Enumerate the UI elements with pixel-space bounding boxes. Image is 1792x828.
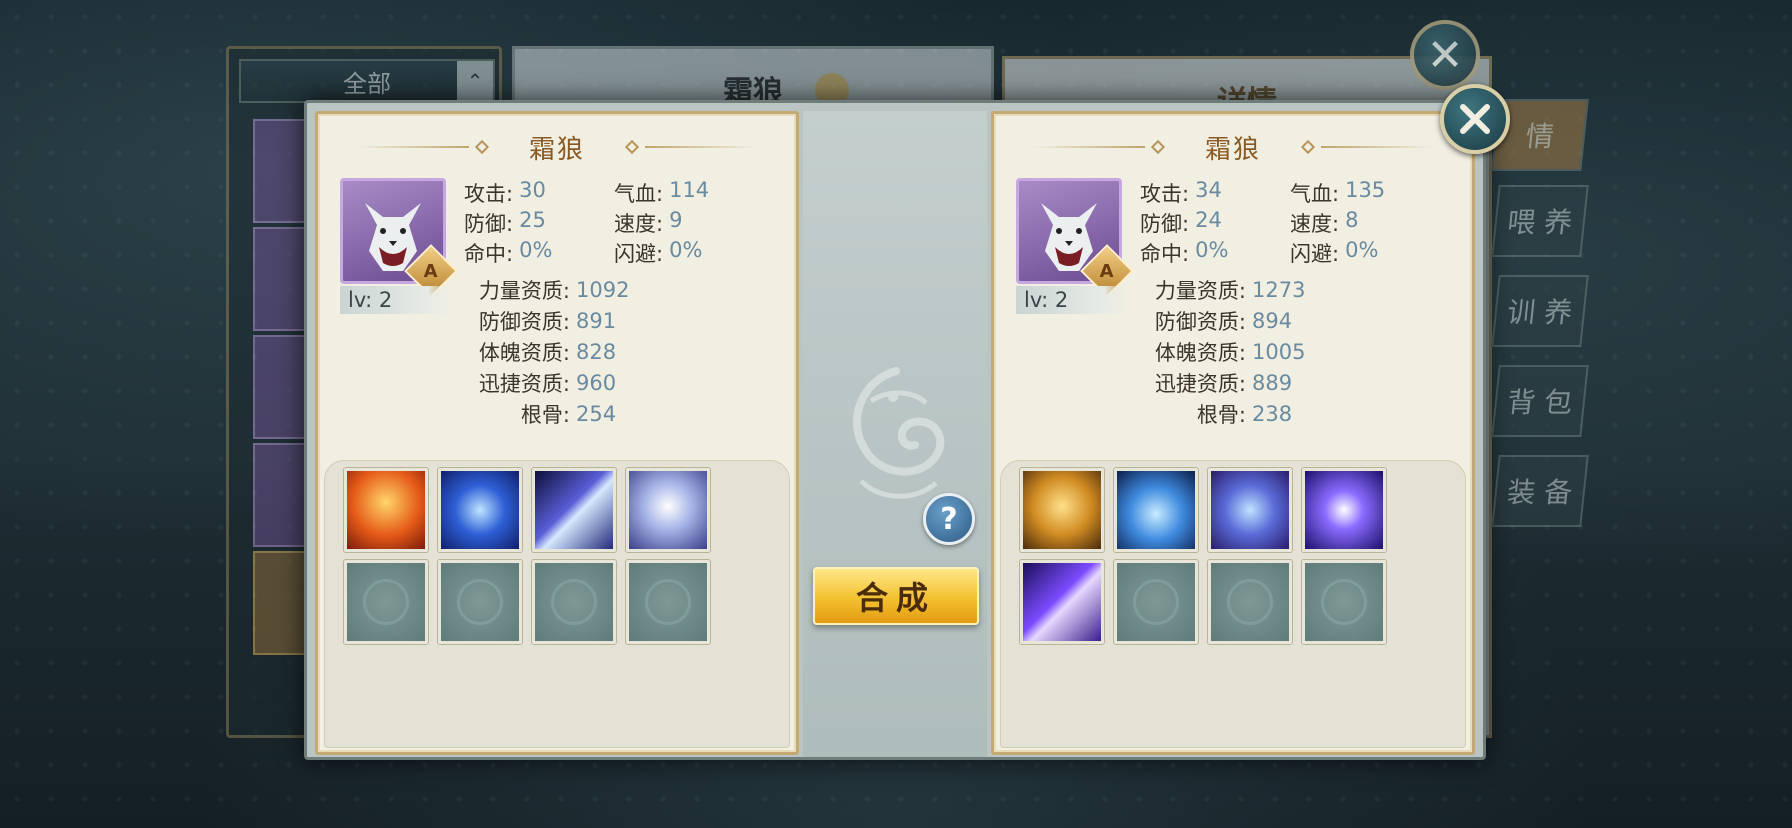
help-button[interactable]: ? xyxy=(923,493,975,545)
right-pet-header: 霜狼 xyxy=(994,130,1472,165)
right-pet-level: lv: 2 xyxy=(1016,286,1126,314)
close-icon xyxy=(1460,104,1490,134)
left-pet-level: lv: 2 xyxy=(340,286,450,314)
empty-skill-slot[interactable] xyxy=(438,560,522,644)
left-pet-name: 霜狼 xyxy=(528,134,585,165)
left-pet-stats: 攻击: 30 气血: 114 防御: 25 速度: 9 命中: 0% 闪避: 0% xyxy=(464,178,710,266)
dragon-emblem-icon xyxy=(853,367,945,499)
pet-filter-label: 全部 xyxy=(343,69,391,98)
empty-skill-slot[interactable] xyxy=(626,560,710,644)
blue-vortex-icon[interactable] xyxy=(438,468,522,552)
tab-feed[interactable]: 喂 养 xyxy=(1491,185,1589,257)
left-pet-aptitudes: 力量资质: 1092 防御资质: 891 体魄资质: 828 迅捷资质: 960 根骨:… xyxy=(478,277,630,427)
left-skill-grid xyxy=(324,460,790,748)
chevron-up-icon[interactable]: ⌃ xyxy=(457,61,493,101)
empty-skill-slot[interactable] xyxy=(344,560,428,644)
compose-column xyxy=(803,111,987,757)
empty-skill-slot[interactable] xyxy=(1114,560,1198,644)
white-orb-icon[interactable] xyxy=(626,468,710,552)
right-pet-aptitudes: 力量资质: 1273 防御资质: 894 体魄资质: 1005 迅捷资质: 889 根骨… xyxy=(1154,277,1306,427)
left-pet-panel: 霜狼 A lv: 2 攻击: 30 气血: 114 防御: 25 速度: 9 命中: 0% 闪避… xyxy=(315,111,799,755)
shield-icon[interactable] xyxy=(1208,468,1292,552)
roaring-lion-icon[interactable] xyxy=(1020,468,1104,552)
tab-bag[interactable]: 背 包 xyxy=(1491,365,1589,437)
triple-slash-icon[interactable] xyxy=(532,468,616,552)
tab-equip[interactable]: 装 备 xyxy=(1491,455,1589,527)
empty-skill-slot[interactable] xyxy=(1208,560,1292,644)
compose-button[interactable]: 合成 xyxy=(813,567,979,625)
right-pet-name: 霜狼 xyxy=(1204,134,1261,165)
tab-train[interactable]: 训 养 xyxy=(1491,275,1589,347)
lightning-orb-icon[interactable] xyxy=(1302,468,1386,552)
pet-filter-dropdown[interactable]: 全部 ⌃ xyxy=(239,59,495,103)
fire-claw-icon[interactable] xyxy=(344,468,428,552)
empty-skill-slot[interactable] xyxy=(532,560,616,644)
background-close-button[interactable]: ✕ xyxy=(1410,20,1480,90)
purple-ribbon-icon[interactable] xyxy=(1020,560,1104,644)
right-pet-panel: 霜狼 A lv: 2 攻击: 34 气血: 135 防御: 24 速度: 8 命中: 0% 闪避… xyxy=(991,111,1475,755)
right-pet-stats: 攻击: 34 气血: 135 防御: 24 速度: 8 命中: 0% 闪避: 0% xyxy=(1140,178,1386,266)
pet-compare-dialog: 霜狼 A lv: 2 攻击: 30 气血: 114 防御: 25 速度: 9 命中: 0% 闪避… xyxy=(304,100,1486,760)
empty-skill-slot[interactable] xyxy=(1302,560,1386,644)
right-skill-grid xyxy=(1000,460,1466,748)
blue-heart-icon[interactable] xyxy=(1114,468,1198,552)
left-pet-header: 霜狼 xyxy=(318,130,796,165)
close-button[interactable] xyxy=(1440,84,1510,154)
